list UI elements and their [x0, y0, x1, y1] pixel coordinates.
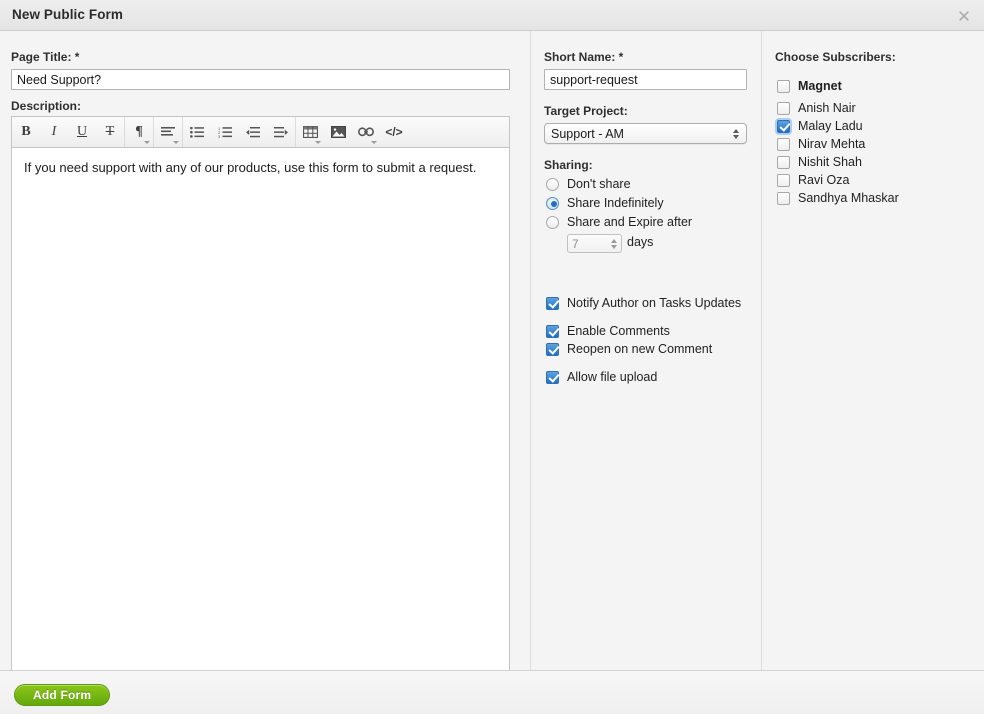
subscriber-label: Sandhya Mhaskar [798, 191, 899, 205]
radio-share-and-expire[interactable]: Share and Expire after [546, 215, 692, 229]
checkbox-icon [546, 296, 559, 310]
checkbox-icon [777, 137, 790, 151]
target-project-label: Target Project: [544, 104, 628, 118]
toolbar-group-paragraph: ¶ [125, 117, 153, 147]
target-project-value: Support - AM [551, 126, 624, 141]
subscriber-nishit-shah[interactable]: Nishit Shah [777, 155, 862, 169]
editor-column: Page Title: * Description: B I U T [0, 31, 530, 693]
subscriber-label: Malay Ladu [798, 119, 863, 133]
radio-icon [546, 177, 559, 191]
page-title-input[interactable] [11, 69, 510, 90]
dialog-footer: Add Form [0, 670, 984, 714]
add-form-button[interactable]: Add Form [14, 684, 111, 706]
subscriber-nirav-mehta[interactable]: Nirav Mehta [777, 137, 865, 151]
radio-label: Share Indefinitely [567, 196, 664, 210]
description-label: Description: [11, 99, 82, 113]
numbered-list-icon[interactable]: 1 2 3 [211, 117, 239, 147]
bullet-list-icon[interactable] [183, 117, 211, 147]
image-icon[interactable] [324, 117, 352, 147]
checkbox-icon [546, 324, 559, 338]
sharing-label: Sharing: [544, 158, 593, 172]
bold-icon[interactable]: B [12, 117, 40, 147]
chevron-down-icon [315, 141, 321, 144]
dialog-title: New Public Form [12, 7, 124, 22]
checkbox-notify-author[interactable]: Notify Author on Tasks Updates [546, 296, 741, 310]
select-arrows-icon [731, 128, 740, 139]
underline-icon[interactable]: U [68, 117, 96, 147]
toolbar-group-text-style: B I U T [12, 117, 124, 147]
radio-icon [546, 196, 559, 210]
subscriber-ravi-oza[interactable]: Ravi Oza [777, 173, 849, 187]
toolbar-group-lists: 1 2 3 [183, 117, 295, 147]
chevron-down-icon [371, 141, 377, 144]
description-textarea[interactable]: If you need support with any of our prod… [11, 147, 510, 693]
checkbox-icon [777, 191, 790, 205]
subscriber-label: Magnet [798, 79, 842, 93]
target-project-select[interactable]: Support - AM [544, 123, 747, 144]
subscriber-label: Nishit Shah [798, 155, 862, 169]
subscriber-label: Ravi Oza [798, 173, 850, 187]
days-value: 7 [572, 236, 579, 251]
checkbox-icon [777, 101, 790, 115]
short-name-input[interactable] [544, 69, 747, 90]
radio-icon [546, 215, 559, 229]
page-title-label: Page Title: * [11, 50, 80, 64]
days-stepper[interactable]: 7 [567, 234, 622, 253]
strikethrough-icon[interactable]: T [96, 117, 124, 147]
radio-dont-share[interactable]: Don't share [546, 177, 631, 191]
days-unit-label: days [627, 235, 654, 249]
toolbar-group-insert: </> [296, 117, 408, 147]
code-icon[interactable]: </> [380, 117, 408, 147]
table-icon[interactable] [296, 117, 324, 147]
checkbox-label: Reopen on new Comment [567, 342, 713, 356]
subscriber-label: Anish Nair [798, 101, 856, 115]
outdent-icon[interactable] [239, 117, 267, 147]
checkbox-icon [546, 342, 559, 356]
checkbox-label: Enable Comments [567, 324, 670, 338]
dialog-body: Page Title: * Description: B I U T [0, 31, 984, 693]
checkbox-icon [777, 173, 790, 187]
checkbox-label: Notify Author on Tasks Updates [567, 296, 742, 310]
italic-icon[interactable]: I [40, 117, 68, 147]
align-left-icon[interactable] [154, 117, 182, 147]
subscriber-anish-nair[interactable]: Anish Nair [777, 101, 856, 115]
checkbox-icon [777, 79, 790, 93]
subscribers-label: Choose Subscribers: [775, 50, 896, 64]
subscriber-malay-ladu[interactable]: Malay Ladu [777, 119, 863, 133]
subscriber-group-magnet[interactable]: Magnet [777, 79, 842, 93]
radio-label: Don't share [567, 177, 631, 191]
radio-share-indefinitely[interactable]: Share Indefinitely [546, 196, 664, 210]
paragraph-icon[interactable]: ¶ [125, 117, 153, 147]
subscribers-column: Choose Subscribers: Magnet Anish Nair Ma… [762, 31, 984, 670]
editor-toolbar: B I U T ¶ 1 2 3 </> [11, 116, 510, 147]
chevron-down-icon [173, 141, 179, 144]
indent-icon[interactable] [267, 117, 295, 147]
checkbox-icon [546, 370, 559, 384]
svg-text:3: 3 [218, 134, 221, 138]
stepper-arrows-icon[interactable] [611, 238, 617, 249]
checkbox-icon [777, 155, 790, 169]
checkbox-reopen-on-new-comment[interactable]: Reopen on new Comment [546, 342, 712, 356]
subscriber-label: Nirav Mehta [798, 137, 866, 151]
checkbox-allow-file-upload[interactable]: Allow file upload [546, 370, 657, 384]
chevron-down-icon [144, 141, 150, 144]
short-name-label: Short Name: * [544, 50, 624, 64]
radio-label: Share and Expire after [567, 215, 693, 229]
checkbox-icon [777, 119, 790, 133]
checkbox-label: Allow file upload [567, 370, 658, 384]
link-icon[interactable] [352, 117, 380, 147]
settings-column: Short Name: * Target Project: Support - … [531, 31, 761, 670]
dialog-header: New Public Form [0, 0, 984, 31]
checkbox-enable-comments[interactable]: Enable Comments [546, 324, 670, 338]
toolbar-group-align [154, 117, 182, 147]
subscriber-sandhya-mhaskar[interactable]: Sandhya Mhaskar [777, 191, 899, 205]
close-icon[interactable] [955, 7, 973, 25]
